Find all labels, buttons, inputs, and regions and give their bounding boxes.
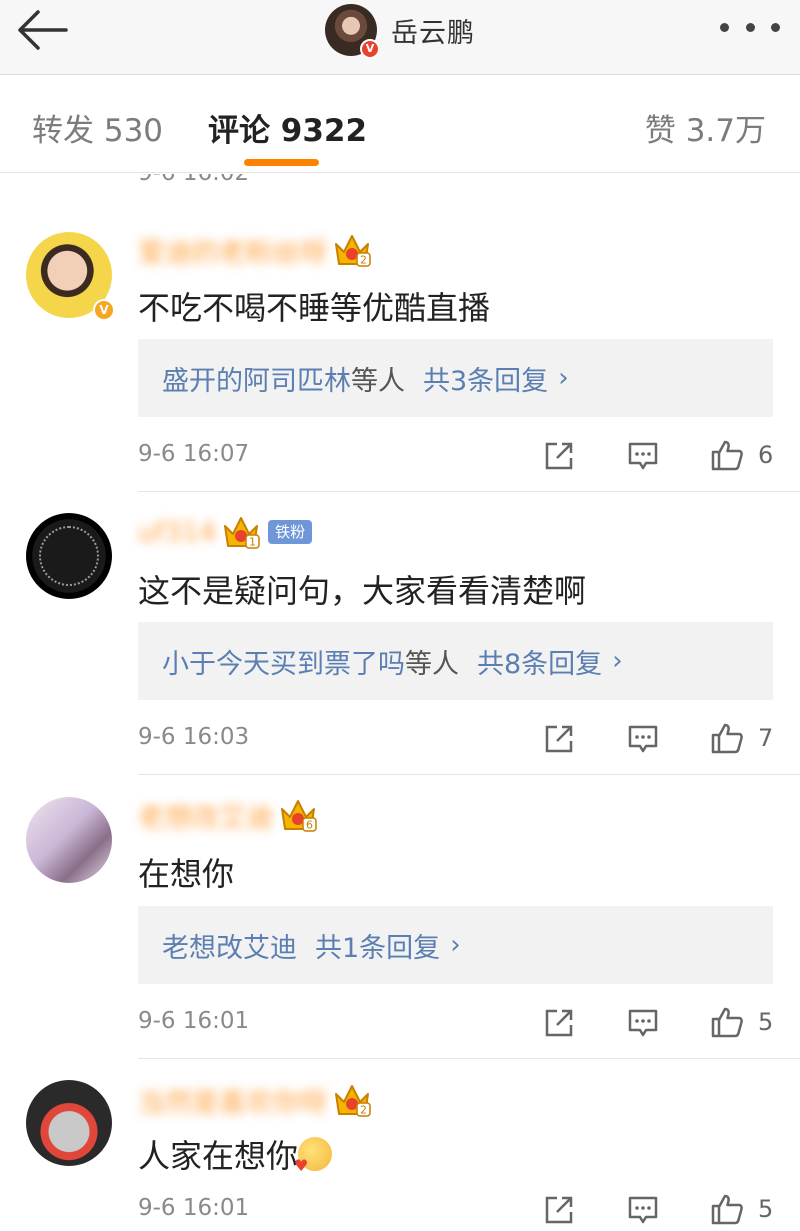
replies-preview[interactable]: 老想改艾迪 共1条回复 › [138, 906, 773, 984]
share-icon[interactable] [543, 440, 575, 472]
comment-text: 不吃不喝不睡等优酷直播 [138, 289, 491, 327]
tab-reposts[interactable]: 转发 530 [32, 105, 163, 150]
replies-preview[interactable]: 盛开的阿司匹林 等人 共3条回复 › [138, 339, 773, 417]
commenter-name-blurred[interactable]: 老想改艾迪 [138, 796, 273, 835]
replies-preview[interactable]: 小于今天买到票了吗 等人 共8条回复 › [138, 622, 773, 700]
crown-level-icon: 6 [281, 800, 317, 832]
commenter-name-row: uf314 1 铁粉 [138, 512, 313, 552]
reply-names: 老想改艾迪 [162, 932, 297, 964]
reply-names: 盛开的阿司匹林 [162, 365, 351, 397]
reply-comment-icon[interactable] [627, 1007, 659, 1039]
comment-divider [138, 774, 800, 775]
tab-comments[interactable]: 评论 9322 [208, 105, 367, 150]
comment-text: 在想你 [138, 855, 235, 893]
commenter-avatar[interactable] [26, 797, 112, 883]
crown-level-number: 2 [360, 1104, 367, 1117]
comment-text: 人家在想你 [138, 1131, 333, 1177]
comment-time: 9-6 16:01 [138, 1008, 250, 1034]
thumbs-up-icon[interactable] [710, 1192, 744, 1226]
reply-suffix: 等人 [351, 365, 405, 397]
commenter-name-blurred[interactable]: 爱迪的老粉丝呀 [138, 231, 327, 270]
chevron-right-icon: › [558, 363, 569, 393]
weibo-comments-screen: V 岳云鹏 转发 530 评论 9322 赞 3.7万 9-6 16:02 V … [0, 0, 800, 1231]
more-dot-icon [771, 22, 780, 32]
reply-comment-icon[interactable] [627, 440, 659, 472]
crown-level-number: 1 [249, 536, 256, 549]
crown-level-icon: 2 [335, 235, 371, 267]
commenter-avatar[interactable] [26, 1080, 112, 1166]
chevron-right-icon: › [612, 646, 623, 676]
post-author[interactable]: V 岳云鹏 [0, 0, 800, 60]
comment-divider [138, 491, 800, 492]
reply-names: 小于今天买到票了吗 [162, 648, 405, 680]
commenter-avatar[interactable]: V [26, 232, 115, 321]
chevron-right-icon: › [450, 930, 461, 960]
more-dot-icon [720, 22, 729, 32]
crown-level-icon: 2 [335, 1085, 371, 1117]
share-icon[interactable] [543, 1194, 575, 1226]
like-count: 5 [758, 1195, 774, 1223]
thumbs-up-icon[interactable] [710, 1005, 744, 1039]
author-avatar[interactable]: V [325, 4, 380, 59]
reply-count: 共3条回复 [423, 365, 549, 397]
reply-count: 共8条回复 [477, 648, 603, 680]
reply-count: 共1条回复 [315, 932, 441, 964]
thumbs-up-icon[interactable] [710, 721, 744, 755]
commenter-name-row: 当然是喜欢你呀 2 [138, 1080, 371, 1120]
share-icon[interactable] [543, 1007, 575, 1039]
comment-text: 这不是疑问句，大家看看清楚啊 [138, 572, 587, 610]
share-icon[interactable] [543, 723, 575, 755]
crown-level-number: 6 [306, 819, 313, 832]
iron-fan-badge: 铁粉 [268, 520, 313, 544]
like-count: 7 [758, 724, 774, 752]
tab-likes[interactable]: 赞 3.7万 [645, 105, 766, 150]
author-name: 岳云鹏 [391, 17, 475, 49]
commenter-avatar[interactable] [26, 513, 112, 599]
crown-level-number: 2 [360, 254, 367, 267]
commenter-name-blurred[interactable]: uf314 [138, 517, 216, 548]
reply-comment-icon[interactable] [627, 1194, 659, 1226]
comment-divider [138, 1058, 800, 1059]
crown-level-icon: 1 [224, 517, 260, 549]
active-tab-indicator [244, 159, 319, 166]
like-count: 5 [758, 1008, 774, 1036]
reply-suffix: 等人 [405, 648, 459, 680]
clipped-previous-comment: 9-6 16:02 [0, 174, 800, 190]
comment-time: 9-6 16:02 [138, 174, 249, 186]
comment-time: 9-6 16:07 [138, 441, 250, 467]
post-tabs: 转发 530 评论 9322 赞 3.7万 [0, 75, 800, 173]
commenter-name-row: 老想改艾迪 6 [138, 795, 317, 835]
commenter-name-blurred[interactable]: 当然是喜欢你呀 [138, 1081, 327, 1120]
verified-badge-icon: V [360, 39, 380, 59]
thumbs-up-icon[interactable] [710, 438, 744, 472]
comment-text-body: 人家在想你 [138, 1137, 299, 1175]
comment-time: 9-6 16:03 [138, 724, 250, 750]
more-options-button[interactable] [720, 12, 780, 42]
reply-comment-icon[interactable] [627, 723, 659, 755]
more-dot-icon [745, 22, 755, 32]
like-count: 6 [758, 441, 774, 469]
kiss-emoji-icon [294, 1137, 333, 1175]
commenter-name-row: 爱迪的老粉丝呀 2 [138, 230, 371, 270]
top-navigation-bar: V 岳云鹏 [0, 0, 800, 75]
comment-time: 9-6 16:01 [138, 1195, 250, 1221]
verified-badge-icon: V [93, 299, 115, 321]
